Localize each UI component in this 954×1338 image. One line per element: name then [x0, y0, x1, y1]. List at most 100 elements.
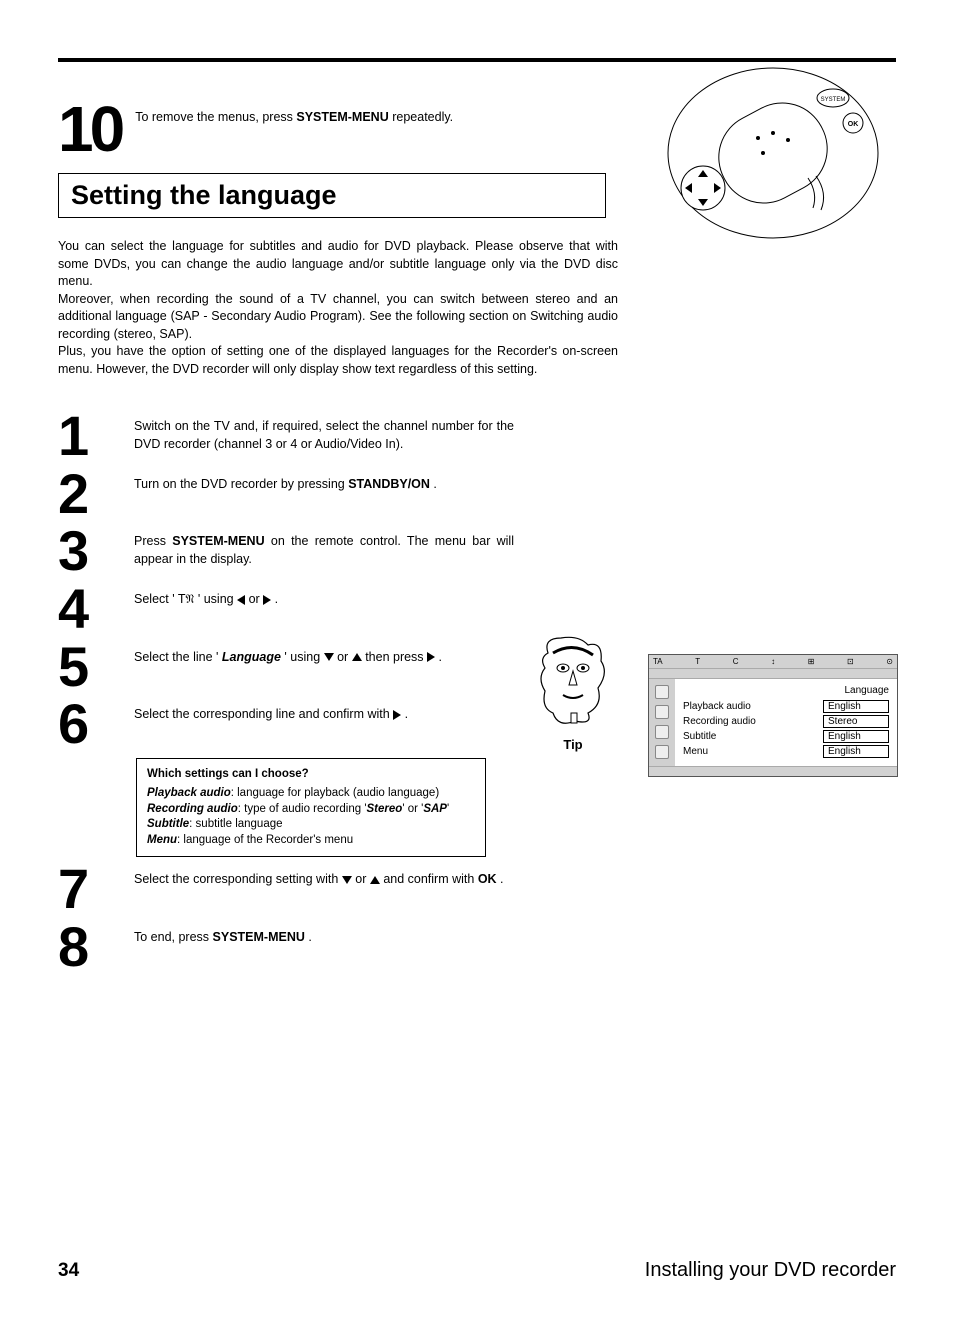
tip-line-4: Menu: language of the Recorder's menu: [147, 833, 475, 849]
osd-side-icon: [655, 705, 669, 719]
arrow-down-icon: [342, 876, 352, 884]
step-3: 3 Press SYSTEM-MENU on the remote contro…: [58, 527, 618, 575]
step-number: 5: [58, 643, 118, 691]
text: or: [355, 872, 370, 886]
footer-title: Installing your DVD recorder: [645, 1259, 896, 1282]
step-text: Select ' T𝔑 ' using or .: [134, 585, 514, 609]
step-text: Turn on the DVD recorder by pressing STA…: [134, 470, 514, 494]
arrow-right-icon: [263, 595, 271, 605]
step-2: 2 Turn on the DVD recorder by pressing S…: [58, 470, 618, 518]
step-1: 1 Switch on the TV and, if required, sel…: [58, 412, 618, 460]
arrow-up-icon: [352, 653, 362, 661]
step-10-text: To remove the menus, press SYSTEM-MENU r…: [135, 104, 453, 124]
osd-row: Subtitle English: [683, 730, 889, 743]
text: To remove the menus, press: [135, 110, 296, 124]
osd-row: Playback audio English: [683, 700, 889, 713]
standby-on-label: STANDBY/ON: [348, 477, 430, 491]
text: .: [500, 872, 503, 886]
text: .: [433, 477, 436, 491]
step-text: To end, press SYSTEM-MENU .: [134, 923, 514, 947]
step-text: Switch on the TV and, if required, selec…: [134, 412, 514, 453]
osd-row-label: Subtitle: [683, 731, 716, 742]
osd-topbar: TA T C ↕ ⊞ ⊡ ⊙: [649, 655, 897, 669]
step-number: 3: [58, 527, 118, 575]
osd-top-icon: ⊞: [808, 657, 815, 666]
step-7: 7 Select the corresponding setting with …: [58, 865, 618, 913]
text: Select the line ': [134, 650, 218, 664]
step-text: Press SYSTEM-MENU on the remote control.…: [134, 527, 514, 568]
osd-top-icon: T: [695, 657, 700, 666]
text: : language of the Recorder's menu: [177, 834, 353, 846]
osd-row-label: Menu: [683, 746, 708, 757]
step-4: 4 Select ' T𝔑 ' using or .: [58, 585, 618, 633]
ok-button-label: OK: [848, 121, 859, 128]
tip-graphic: Tip: [528, 633, 618, 752]
label: Recording audio: [147, 803, 238, 815]
osd-top-icon: ⊡: [847, 657, 854, 666]
tip-line-3: Subtitle: subtitle language: [147, 817, 475, 833]
text: ': [447, 803, 449, 815]
text: and confirm with: [383, 872, 477, 886]
text: : language for playback (audio language): [231, 787, 439, 799]
step-8: 8 To end, press SYSTEM-MENU .: [58, 923, 618, 971]
text: To end, press: [134, 930, 213, 944]
tip-box: Which settings can I choose? Playback au…: [136, 758, 486, 858]
language-label: Language: [222, 650, 281, 664]
text: Select the corresponding line and confir…: [134, 707, 393, 721]
system-menu-label: SYSTEM-MENU: [172, 534, 264, 548]
tool-icon: T𝔑: [178, 592, 195, 606]
intro-p2: Moreover, when recording the sound of a …: [58, 291, 618, 344]
text: ' using: [198, 592, 237, 606]
osd-bottombar: [649, 766, 897, 776]
tip-label: Tip: [528, 737, 618, 752]
page-number: 34: [58, 1260, 79, 1282]
tip-line-2: Recording audio: type of audio recording…: [147, 802, 475, 818]
text: repeatedly.: [392, 110, 453, 124]
text: Select the corresponding setting with: [134, 872, 342, 886]
step-text: Select the corresponding setting with or…: [134, 865, 514, 889]
section-title-box: Setting the language: [58, 173, 606, 218]
label: Menu: [147, 834, 177, 846]
osd-top-icon: ↕: [771, 657, 775, 666]
label: Playback audio: [147, 787, 231, 799]
step-number: 4: [58, 585, 118, 633]
text: Press: [134, 534, 172, 548]
osd-heading: Language: [683, 685, 889, 696]
intro-p3: Plus, you have the option of setting one…: [58, 343, 618, 378]
tip-line-1: Playback audio: language for playback (a…: [147, 786, 475, 802]
sap-label: SAP: [423, 803, 447, 815]
osd-row: Recording audio Stereo: [683, 715, 889, 728]
stereo-label: Stereo: [367, 803, 403, 815]
step-number: 8: [58, 923, 118, 971]
step-number: 2: [58, 470, 118, 518]
text: Select ': [134, 592, 175, 606]
remote-illustration: SYSTEM OK: [658, 58, 888, 248]
step-text: Select the corresponding line and confir…: [134, 700, 514, 724]
text: then press: [365, 650, 427, 664]
osd-row-label: Recording audio: [683, 716, 756, 727]
osd-row-value: English: [823, 730, 889, 743]
arrow-up-icon: [370, 876, 380, 884]
osd-side-icon: [655, 725, 669, 739]
osd-row-value: English: [823, 745, 889, 758]
osd-top-icon: C: [733, 657, 739, 666]
text: or: [249, 592, 264, 606]
system-button-label: SYSTEM: [821, 97, 846, 103]
osd-top-icon: ⊙: [886, 657, 893, 666]
text: .: [308, 930, 311, 944]
arrow-left-icon: [237, 595, 245, 605]
page-footer: 34 Installing your DVD recorder: [58, 1259, 896, 1282]
ok-label: OK: [478, 872, 497, 886]
osd-row-label: Playback audio: [683, 701, 751, 712]
text: : subtitle language: [189, 818, 282, 830]
intro-block: You can select the language for subtitle…: [58, 238, 618, 378]
step-number: 1: [58, 412, 118, 460]
text: : type of audio recording ': [238, 803, 367, 815]
system-menu-label: SYSTEM-MENU: [296, 110, 388, 124]
intro-p1: You can select the language for subtitle…: [58, 238, 618, 291]
arrow-down-icon: [324, 653, 334, 661]
text: .: [439, 650, 442, 664]
step-number: 7: [58, 865, 118, 913]
section-title: Setting the language: [71, 180, 593, 211]
osd-side-icon: [655, 745, 669, 759]
